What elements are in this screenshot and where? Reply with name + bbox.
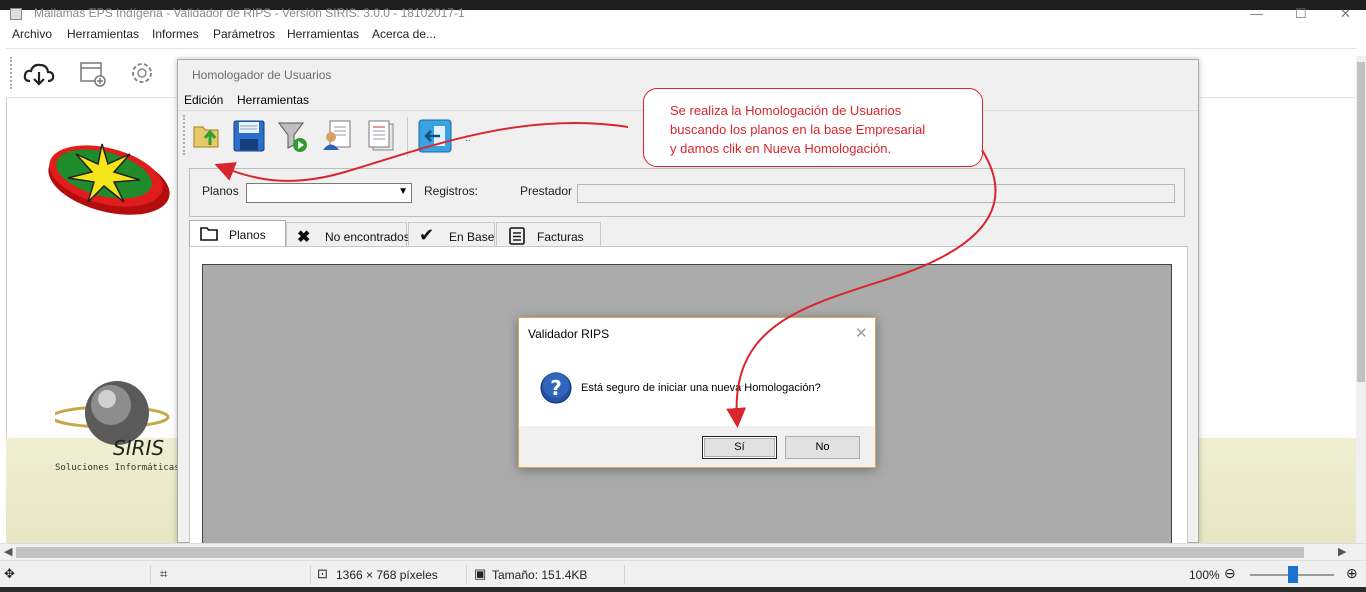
title-bar: Mallamas EPS Indígena - Validador de RIP… bbox=[0, 6, 1366, 24]
image-dimensions: 1366 × 768 píxeles bbox=[336, 568, 438, 582]
vertical-scrollbar[interactable] bbox=[1356, 56, 1366, 543]
file-size: Tamaño: 151.4KB bbox=[492, 568, 588, 582]
disk-icon: ▣ bbox=[474, 566, 487, 581]
close-button[interactable]: ✕ bbox=[1340, 6, 1351, 22]
menu-informes[interactable]: Informes bbox=[152, 27, 199, 41]
download-cloud-icon[interactable] bbox=[22, 59, 56, 89]
tab-label: No encontrados bbox=[325, 230, 410, 244]
zoom-level: 100% bbox=[1189, 568, 1220, 582]
bottom-strip bbox=[0, 587, 1366, 592]
siris-logo: SIRIS Soluciones Informáticas bbox=[50, 375, 185, 475]
tab-planos[interactable]: Planos bbox=[189, 220, 286, 248]
crop-icon: ⌗ bbox=[160, 566, 168, 581]
exit-icon[interactable] bbox=[418, 119, 452, 153]
zoom-out-icon[interactable]: ⊖ bbox=[1224, 565, 1236, 582]
registros-label: Registros: bbox=[424, 184, 479, 198]
dialog-title: Validador RIPS bbox=[528, 327, 610, 341]
toolbar-grip bbox=[183, 115, 186, 155]
toolbar-grip bbox=[10, 57, 13, 89]
maximize-button[interactable]: ☐ bbox=[1295, 6, 1307, 22]
tab-en-base[interactable]: ✔ En Base bbox=[408, 222, 495, 247]
horizontal-scroll-thumb[interactable] bbox=[16, 547, 1304, 558]
mallamas-logo bbox=[44, 132, 174, 220]
save-icon[interactable] bbox=[232, 119, 266, 153]
check-icon: ✔ bbox=[419, 225, 435, 245]
close-icon: ✖ bbox=[297, 229, 311, 246]
status-separator bbox=[150, 565, 151, 584]
status-separator bbox=[624, 565, 625, 584]
filter-run-icon[interactable] bbox=[276, 119, 310, 153]
tab-label: Facturas bbox=[537, 230, 584, 244]
app-icon bbox=[10, 8, 22, 20]
dimensions-icon: ⊡ bbox=[317, 566, 328, 581]
toolbar-overflow[interactable]: :: bbox=[465, 133, 471, 144]
scroll-left-icon[interactable]: ◀ bbox=[4, 545, 12, 558]
tab-facturas[interactable]: Facturas bbox=[496, 222, 601, 247]
horizontal-scrollbar[interactable]: ◀ ▶ bbox=[0, 543, 1366, 560]
annotation-line: Se realiza la Homologación de Usuarios bbox=[670, 103, 902, 118]
tab-no-encontrados[interactable]: ✖ No encontrados bbox=[286, 222, 410, 247]
menu-parametros[interactable]: Parámetros bbox=[213, 27, 275, 41]
new-window-icon[interactable] bbox=[78, 59, 108, 89]
dialog-close-button[interactable]: ✕ bbox=[855, 324, 868, 342]
annotation-line: buscando los planos en la base Empresari… bbox=[670, 122, 926, 137]
new-homologation-button[interactable] bbox=[190, 119, 224, 153]
menu-herramientas[interactable]: Herramientas bbox=[67, 27, 139, 41]
menu-acerca-de[interactable]: Acerca de... bbox=[372, 27, 436, 41]
menu-herramientas-2[interactable]: Herramientas bbox=[287, 27, 359, 41]
scroll-right-icon[interactable]: ▶ bbox=[1338, 545, 1346, 558]
annotation-line: y damos clik en Nueva Homologación. bbox=[670, 141, 892, 156]
no-button[interactable]: No bbox=[785, 436, 860, 459]
chevron-down-icon[interactable]: ▼ bbox=[398, 186, 408, 197]
window-title: Mallamas EPS Indígena - Validador de RIP… bbox=[34, 6, 465, 20]
menu-edicion[interactable]: Edición bbox=[184, 93, 223, 107]
status-separator bbox=[310, 565, 311, 584]
folder-icon bbox=[200, 225, 218, 244]
child-window-title: Homologador de Usuarios bbox=[192, 68, 332, 82]
prestador-field[interactable] bbox=[577, 184, 1175, 203]
toolbar-separator bbox=[407, 117, 408, 157]
planos-select[interactable]: ▼ bbox=[246, 183, 412, 203]
dialog-footer: Sí No bbox=[519, 426, 875, 467]
vertical-scroll-thumb[interactable] bbox=[1357, 62, 1365, 382]
user-report-icon[interactable] bbox=[320, 119, 354, 153]
menu-archivo[interactable]: Archivo bbox=[12, 27, 52, 41]
list-icon bbox=[509, 227, 525, 248]
confirm-dialog: Validador RIPS ✕ ? Está seguro de inicia… bbox=[518, 317, 876, 468]
question-icon: ? bbox=[540, 372, 572, 404]
menu-child-herramientas[interactable]: Herramientas bbox=[237, 93, 309, 107]
annotation-callout: Se realiza la Homologación de Usuarios b… bbox=[643, 88, 983, 167]
zoom-slider-thumb[interactable] bbox=[1288, 566, 1298, 583]
document-icon[interactable] bbox=[364, 119, 398, 153]
zoom-in-icon[interactable]: ⊕ bbox=[1346, 565, 1358, 582]
minimize-button[interactable]: — bbox=[1250, 6, 1263, 21]
planos-label: Planos bbox=[202, 184, 239, 198]
siris-caption: Soluciones Informáticas bbox=[55, 463, 180, 473]
tab-label: Planos bbox=[229, 228, 266, 242]
tab-label: En Base bbox=[449, 230, 495, 244]
svg-text:?: ? bbox=[550, 376, 562, 400]
dialog-message: Está seguro de iniciar una nueva Homolog… bbox=[581, 382, 821, 394]
menu-bar: Archivo Herramientas Informes Parámetros… bbox=[0, 24, 1366, 46]
gear-icon[interactable] bbox=[128, 59, 158, 89]
prestador-label: Prestador bbox=[520, 184, 573, 198]
siris-wordmark: SIRIS bbox=[113, 436, 164, 460]
annotation-text: Se realiza la Homologación de Usuarios b… bbox=[670, 101, 925, 158]
status-separator bbox=[466, 565, 467, 584]
yes-button[interactable]: Sí bbox=[702, 436, 777, 459]
status-bar: ✥ ⌗ ⊡ 1366 × 768 píxeles ▣ Tamaño: 151.4… bbox=[0, 560, 1366, 587]
move-icon: ✥ bbox=[4, 566, 15, 581]
